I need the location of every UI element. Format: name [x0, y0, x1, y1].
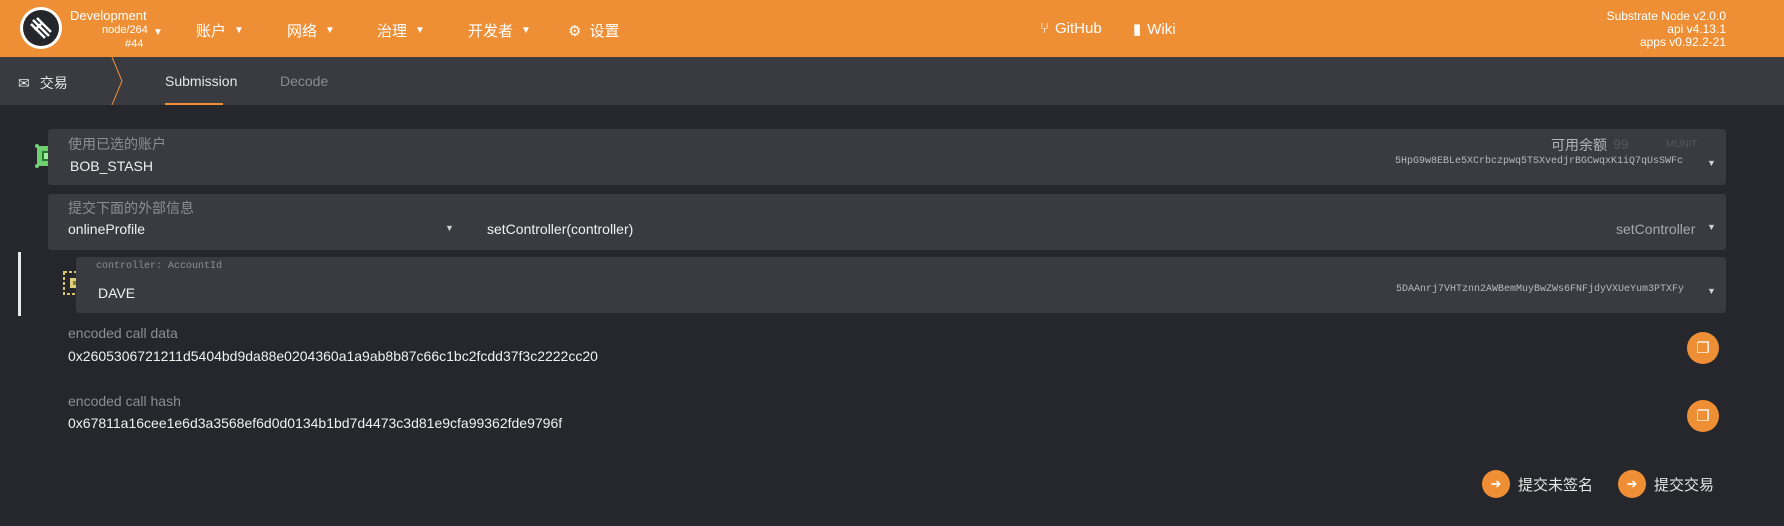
submit-transaction-button[interactable]: ➜ 提交交易	[1618, 470, 1714, 498]
chevron-down-icon[interactable]: ▼	[1707, 222, 1716, 232]
method-select[interactable]: setController(controller)	[487, 221, 633, 237]
call-data-value: 0x2605306721211d5404bd9da88e0204360a1a9a…	[68, 348, 598, 364]
controller-label: controller: AccountId	[96, 261, 223, 272]
tab-root[interactable]: ✉ 交易	[18, 73, 68, 93]
extrinsic-selector: 提交下面的外部信息 onlineProfile ▼ setController(…	[48, 194, 1726, 250]
call-data-label: encoded call data	[68, 325, 178, 341]
active-tab-indicator	[165, 103, 223, 105]
call-hash-label: encoded call hash	[68, 393, 181, 409]
param-section-bar	[18, 252, 21, 316]
nav-governance[interactable]: 治理 ▼	[377, 20, 425, 41]
substrate-logo[interactable]	[20, 7, 62, 49]
controller-selector[interactable]: controller: AccountId DAVE 5DAAnrj7VHTzn…	[76, 257, 1726, 313]
node-info: node/264	[102, 24, 148, 36]
wiki-label: Wiki	[1147, 20, 1176, 38]
nav-governance-label: 治理	[377, 23, 408, 40]
balance-unit: MUNIT	[1666, 139, 1698, 150]
nav-developer[interactable]: 开发者 ▼	[468, 20, 531, 41]
account-name: BOB_STASH	[70, 158, 153, 174]
gears-icon: ⚙	[568, 22, 582, 40]
block-number: #44	[125, 38, 144, 50]
chevron-down-icon[interactable]: ▼	[1707, 158, 1716, 168]
nav-accounts-label: 账户	[196, 23, 227, 40]
method-short: setController	[1616, 221, 1696, 237]
balance-label: 可用余额	[1551, 137, 1607, 153]
github-label: GitHub	[1055, 20, 1102, 37]
controller-address: 5DAAnrj7VHTznn2AWBemMuyBwZWs6FNFjdyVXUeY…	[1396, 284, 1685, 295]
chevron-down-icon: ▼	[521, 25, 531, 36]
nav-network-label: 网络	[287, 23, 318, 40]
account-selector[interactable]: 使用已选的账户 BOB_STASH 可用余额 99 MUNIT 5HpG9w8E…	[48, 129, 1726, 185]
tab-divider	[111, 57, 123, 105]
copy-icon: ❐	[1696, 408, 1710, 425]
top-navigation-bar: Development node/264 #44 ▼ 账户 ▼ 网络 ▼ 治理 …	[0, 0, 1784, 57]
version-apps: apps v0.92.2-21	[1639, 35, 1726, 49]
copy-call-data-button[interactable]: ❐	[1687, 332, 1719, 364]
nav-network[interactable]: 网络 ▼	[287, 20, 335, 41]
sign-in-icon: ➜	[1618, 470, 1646, 498]
tab-root-label: 交易	[39, 75, 68, 91]
code-branch-icon: ⑂	[1040, 20, 1050, 37]
nav-developer-label: 开发者	[468, 23, 514, 40]
balance-value: 99	[1613, 136, 1629, 152]
chain-dropdown-icon[interactable]: ▼	[153, 27, 163, 38]
submit-transaction-label: 提交交易	[1654, 476, 1715, 494]
controller-name: DAVE	[98, 285, 136, 301]
extrinsic-label: 提交下面的外部信息	[68, 200, 194, 216]
chevron-down-icon: ▼	[415, 25, 425, 36]
wiki-link[interactable]: ▮ Wiki	[1133, 20, 1176, 39]
nav-accounts[interactable]: 账户 ▼	[196, 20, 244, 41]
version-info: Substrate Node v2.0.0 api v4.13.1 apps v…	[1607, 10, 1726, 49]
copy-icon: ❐	[1696, 340, 1710, 357]
chevron-down-icon: ▼	[234, 25, 244, 36]
sign-in-icon: ➜	[1482, 470, 1510, 498]
tab-submission[interactable]: Submission	[165, 73, 237, 89]
nav-settings-label: 设置	[589, 23, 620, 40]
chain-info[interactable]: Development node/264 #44	[70, 9, 150, 51]
submit-unsigned-button[interactable]: ➜ 提交未签名	[1482, 470, 1593, 498]
chevron-down-icon[interactable]: ▼	[445, 223, 454, 233]
github-link[interactable]: ⑂ GitHub	[1040, 20, 1102, 37]
nav-settings[interactable]: ⚙ 设置	[568, 20, 619, 41]
chevron-down-icon: ▼	[325, 25, 335, 36]
tab-bar: ✉ 交易 Submission Decode	[0, 57, 1784, 105]
envelope-icon: ✉	[18, 74, 30, 91]
chevron-down-icon[interactable]: ▼	[1707, 286, 1716, 296]
submit-unsigned-label: 提交未签名	[1518, 476, 1594, 494]
call-hash-value: 0x67811a16cee1e6d3a3568ef6d0d0134b1bd7d4…	[68, 415, 563, 431]
account-address: 5HpG9w8EBLe5XCrbczpwq5TSXvedjrBGCwqxK1iQ…	[1395, 156, 1684, 167]
account-label: 使用已选的账户	[68, 136, 166, 152]
copy-call-hash-button[interactable]: ❐	[1687, 400, 1719, 432]
tab-decode[interactable]: Decode	[280, 73, 328, 89]
chain-name: Development	[70, 8, 147, 23]
book-icon: ▮	[1133, 21, 1142, 38]
module-select[interactable]: onlineProfile	[68, 221, 145, 237]
